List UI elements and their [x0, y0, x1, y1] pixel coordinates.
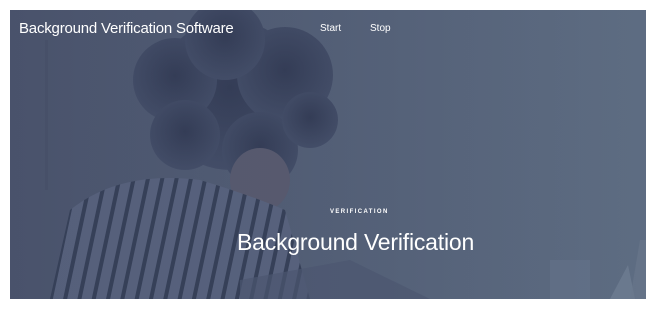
top-navbar: Background Verification Software Start S… — [10, 10, 646, 50]
brand-link[interactable]: Background Verification Software — [19, 20, 234, 37]
nav-link-stop[interactable]: Stop — [370, 23, 391, 34]
hero-eyebrow: VERIFICATION — [330, 209, 389, 215]
hero-section: Background Verification Software Start S… — [10, 10, 646, 299]
nav-link-start[interactable]: Start — [320, 23, 341, 34]
hero-title: Background Verification — [237, 229, 475, 255]
